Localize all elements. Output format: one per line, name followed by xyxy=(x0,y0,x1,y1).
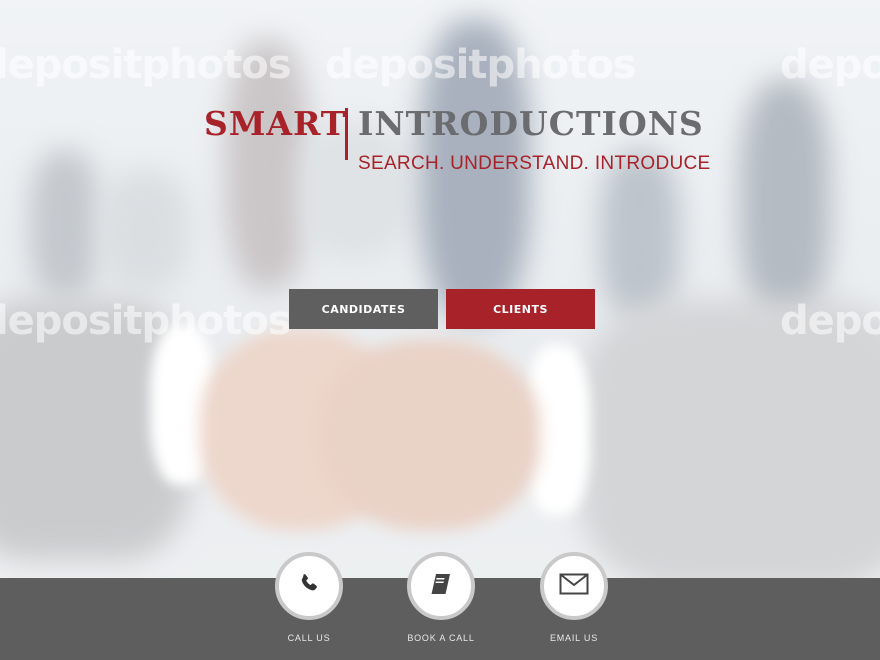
site-logo[interactable]: SMART INTRODUCTIONS SEARCH. UNDERSTAND. … xyxy=(204,104,710,178)
email-us-label: EMAIL US xyxy=(549,633,599,643)
clients-button[interactable]: CLIENTS xyxy=(446,289,595,329)
phone-icon xyxy=(297,572,321,601)
call-us-action[interactable]: CALL US xyxy=(249,552,369,652)
book-a-call-action[interactable]: BOOK A CALL xyxy=(381,552,501,652)
book-a-call-circle[interactable] xyxy=(407,552,475,620)
email-us-circle[interactable] xyxy=(540,552,608,620)
watermark: depositphotos xyxy=(780,298,880,344)
logo-divider xyxy=(345,108,348,160)
book-a-call-label: BOOK A CALL xyxy=(407,633,475,643)
logo-tagline: SEARCH. UNDERSTAND. INTRODUCE xyxy=(358,153,711,174)
watermark: depositphotos xyxy=(0,42,292,88)
watermark: depositphotos xyxy=(0,298,292,344)
watermark: depositphotos xyxy=(325,42,637,88)
book-icon xyxy=(428,571,454,602)
watermark: depositphotos xyxy=(780,42,880,88)
logo-word-smart: SMART xyxy=(204,104,347,143)
envelope-icon xyxy=(559,573,589,600)
hero-background-image: depositphotos depositphotos depositphoto… xyxy=(0,0,880,578)
logo-word-introductions: INTRODUCTIONS xyxy=(358,104,704,143)
call-us-circle[interactable] xyxy=(275,552,343,620)
email-us-action[interactable]: EMAIL US xyxy=(514,552,634,652)
call-us-label: CALL US xyxy=(287,633,331,643)
candidates-button[interactable]: CANDIDATES xyxy=(289,289,438,329)
